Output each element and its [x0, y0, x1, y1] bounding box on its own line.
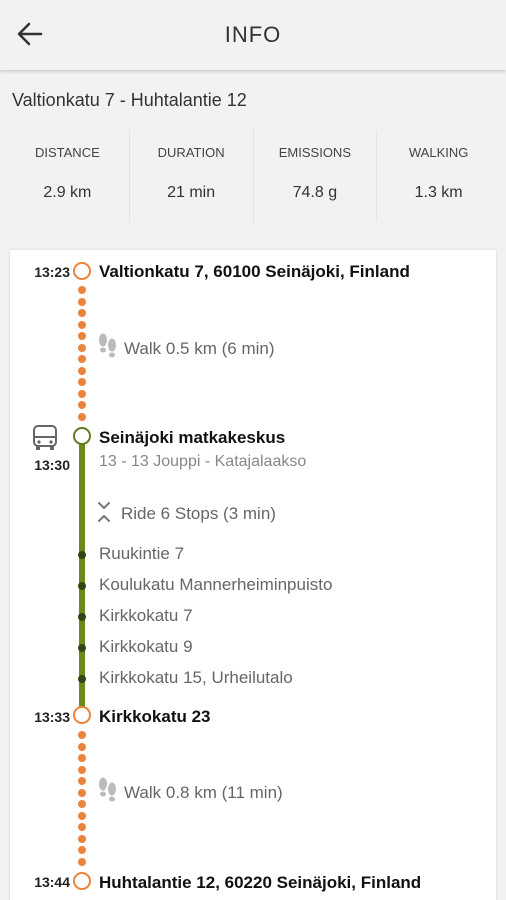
walk-path-dot: [78, 834, 86, 843]
route-stats: DISTANCE 2.9 km DURATION 21 min EMISSION…: [6, 130, 500, 222]
intermediate-stop-dot: [78, 613, 86, 621]
bus-route-line: [79, 436, 85, 716]
stat-distance: DISTANCE 2.9 km: [6, 130, 130, 222]
walk-path-dot: [78, 355, 86, 363]
walk-path-dot: [78, 297, 86, 306]
end-time: 13:44: [34, 874, 70, 890]
stat-duration: DURATION 21 min: [130, 130, 254, 222]
walk-path-dot: [78, 366, 86, 375]
start-stop-name[interactable]: Valtionkatu 7, 60100 Seinäjoki, Finland: [99, 262, 410, 282]
bus-icon: [33, 425, 57, 450]
board-stop-name[interactable]: Seinäjoki matkakeskus: [99, 428, 285, 448]
stat-label: EMISSIONS: [278, 145, 351, 160]
walk-path-dot: [78, 320, 86, 329]
alight-marker: [73, 706, 91, 724]
walk-path-dot: [78, 309, 86, 317]
intermediate-stop: Kirkkokatu 15, Urheilutalo: [99, 668, 293, 687]
walk-path-dot: [78, 412, 86, 421]
board-time: 13:30: [34, 457, 70, 473]
stat-value: 74.8 g: [292, 184, 338, 201]
walk-instruction-1: Walk 0.5 km (6 min): [124, 339, 275, 358]
expand-icon[interactable]: [96, 501, 112, 523]
stat-value: 1.3 km: [414, 184, 463, 201]
intermediate-stop: Ruukintie 7: [99, 544, 185, 563]
page-title: INFO: [224, 22, 282, 47]
intermediate-stop: Koulukatu Mannerheiminpuisto: [99, 575, 333, 594]
walk-path-dot: [78, 857, 86, 866]
walk-path-dot: [78, 765, 86, 774]
intermediate-stop-dot: [78, 551, 86, 559]
end-stop-name[interactable]: Huhtalantie 12, 60220 Seinäjoki, Finland: [99, 873, 421, 893]
board-marker: [73, 427, 91, 445]
walk-path-dot: [78, 742, 86, 751]
walk-path-dot: [78, 378, 86, 386]
intermediate-stop-dot: [78, 675, 86, 683]
walk-path-dot: [78, 343, 86, 352]
walk-instruction-2: Walk 0.8 km (11 min): [124, 783, 283, 802]
stat-walking: WALKING 1.3 km: [377, 130, 500, 222]
walk-path-dot: [78, 286, 86, 294]
stat-value: 2.9 km: [43, 184, 92, 201]
walk-path-dot: [78, 332, 86, 340]
start-time: 13:23: [34, 264, 70, 280]
walk-path-dot: [78, 823, 86, 831]
walk-path-dot: [78, 777, 86, 785]
intermediate-stop: Kirkkokatu 7: [99, 606, 193, 625]
alight-time: 13:33: [34, 709, 70, 725]
stat-label: DISTANCE: [34, 145, 100, 160]
walk-path-dot: [78, 731, 86, 739]
start-marker: [73, 262, 91, 280]
walk-path-dot: [78, 811, 86, 820]
app-bar: INFO: [0, 0, 506, 70]
stat-label: WALKING: [408, 145, 469, 160]
stat-label: DURATION: [157, 145, 225, 160]
alight-stop-name[interactable]: Kirkkokatu 23: [99, 707, 211, 727]
stat-emissions: EMISSIONS 74.8 g: [254, 130, 378, 222]
intermediate-stop: Kirkkokatu 9: [99, 637, 193, 656]
stat-value: 21 min: [167, 184, 216, 201]
walk-path-dot: [78, 389, 86, 398]
end-marker: [73, 872, 91, 890]
walk-path-dot: [78, 788, 86, 797]
route-title: Valtionkatu 7 - Huhtalantie 12: [12, 90, 247, 110]
footsteps-icon: [99, 777, 116, 802]
walk-path-dot: [78, 401, 86, 409]
intermediate-stop-dot: [78, 644, 86, 652]
bus-line-label: 13 - 13 Jouppi - Katajalaakso: [99, 453, 307, 470]
walk-path-dot: [78, 846, 86, 854]
walk-path-dot: [78, 800, 86, 808]
walk-path-dot: [78, 754, 86, 762]
intermediate-stop-dot: [78, 582, 86, 590]
ride-summary[interactable]: Ride 6 Stops (3 min): [121, 504, 276, 524]
footsteps-icon: [99, 333, 116, 358]
itinerary-card: 13:23 Valtionkatu 7, 60100 Seinäjoki, Fi…: [10, 250, 496, 900]
